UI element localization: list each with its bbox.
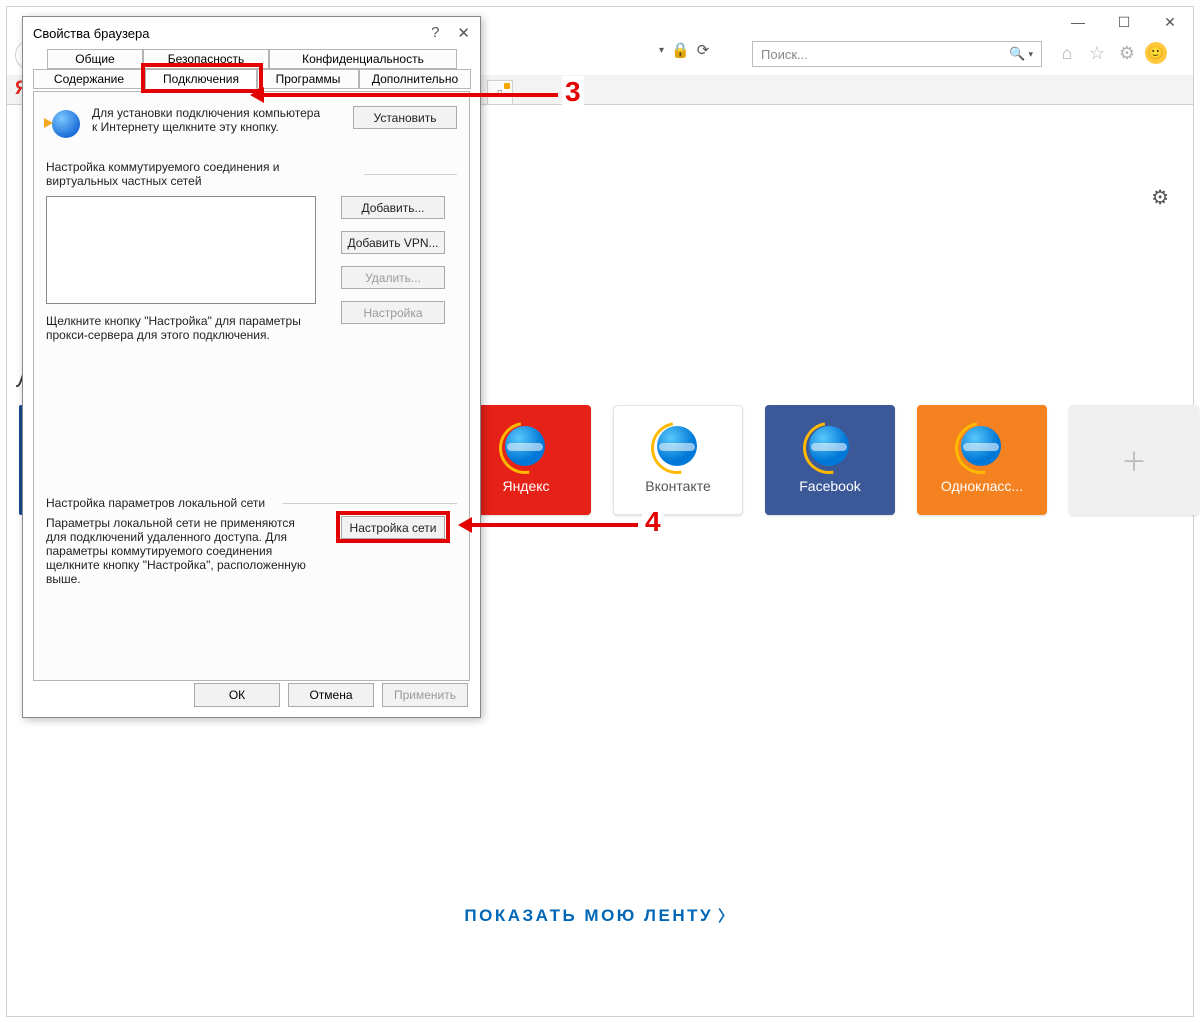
tab-content[interactable]: Содержание bbox=[33, 69, 145, 89]
add-button[interactable]: Добавить... bbox=[341, 196, 445, 219]
favorites-icon[interactable]: ☆ bbox=[1085, 41, 1109, 65]
install-text: Для установки подключения компьютера к И… bbox=[92, 106, 322, 134]
lan-section-header: Настройка параметров локальной сети bbox=[46, 496, 265, 510]
divider bbox=[364, 174, 457, 175]
ok-button[interactable]: ОК bbox=[194, 683, 280, 707]
tile-facebook[interactable]: Facebook bbox=[765, 405, 895, 515]
dialog-title: Свойства браузера bbox=[33, 26, 149, 41]
tile-vkontakte[interactable]: Вконтакте bbox=[613, 405, 743, 515]
tab-security[interactable]: Безопасность bbox=[143, 49, 269, 69]
dropdown-caret-icon[interactable]: ▾ bbox=[659, 45, 664, 56]
tab-general[interactable]: Общие bbox=[47, 49, 143, 69]
tab-privacy[interactable]: Конфиденциальность bbox=[269, 49, 457, 69]
lan-settings-button[interactable]: Настройка сети bbox=[341, 516, 445, 539]
divider bbox=[283, 503, 457, 504]
ie-icon bbox=[961, 426, 1003, 468]
dialog-titlebar: Свойства браузера ? ✕ bbox=[23, 17, 480, 49]
annotation-arrow-4 bbox=[470, 523, 638, 527]
lan-text: Параметры локальной сети не применяются … bbox=[46, 516, 316, 586]
toolbar-icon-group: ⌂ ☆ ⚙ 🙂 bbox=[1055, 41, 1167, 65]
tile-label: Яндекс bbox=[502, 478, 549, 494]
dialog-footer: ОК Отмена Применить bbox=[194, 683, 468, 707]
annotation-number-4: 4 bbox=[642, 506, 664, 538]
search-input[interactable]: Поиск... 🔍 ▾ bbox=[752, 41, 1042, 67]
tile-odnoklassniki[interactable]: Однокласс... bbox=[917, 405, 1047, 515]
tile-label: Однокласс... bbox=[941, 478, 1023, 494]
search-placeholder: Поиск... bbox=[761, 47, 808, 62]
plus-icon: ＋ bbox=[1121, 442, 1147, 479]
ie-icon bbox=[809, 426, 851, 468]
apply-button: Применить bbox=[382, 683, 468, 707]
proxy-hint: Щелкните кнопку "Настройка" для параметр… bbox=[46, 314, 321, 342]
annotation-number-3: 3 bbox=[562, 76, 584, 108]
ie-icon bbox=[505, 426, 547, 468]
delete-button: Удалить... bbox=[341, 266, 445, 289]
refresh-icon[interactable]: ⟳ bbox=[697, 41, 710, 59]
search-icon[interactable]: 🔍 ▾ bbox=[1009, 46, 1033, 62]
minimize-button[interactable]: — bbox=[1055, 7, 1101, 37]
tab-advanced[interactable]: Дополнительно bbox=[359, 69, 471, 89]
cancel-button[interactable]: Отмена bbox=[288, 683, 374, 707]
tile-add[interactable]: ＋ bbox=[1069, 405, 1199, 515]
dialog-close-icon[interactable]: ✕ bbox=[457, 24, 470, 42]
tile-label: Facebook bbox=[799, 478, 860, 494]
speed-dial-tiles: Яндекс Вконтакте Facebook Однокласс... ＋ bbox=[461, 405, 1199, 515]
connections-listbox[interactable] bbox=[46, 196, 316, 304]
connection-settings-button: Настройка bbox=[341, 301, 445, 324]
new-tab-button[interactable]: ▫ bbox=[487, 80, 513, 104]
gear-icon[interactable]: ⚙ bbox=[1115, 41, 1139, 65]
dialup-section-header: Настройка коммутируемого соединения и ви… bbox=[46, 160, 346, 188]
maximize-button[interactable]: ☐ bbox=[1101, 7, 1147, 37]
tile-label: Вконтакте bbox=[645, 478, 711, 494]
lock-icon: 🔒 bbox=[671, 41, 690, 59]
install-button[interactable]: Установить bbox=[353, 106, 457, 129]
show-feed-link[interactable]: ПОКАЗАТЬ МОЮ ЛЕНТУ 〉 bbox=[7, 905, 1193, 926]
annotation-arrow-3 bbox=[262, 93, 558, 97]
add-vpn-button[interactable]: Добавить VPN... bbox=[341, 231, 445, 254]
connection-icon bbox=[46, 106, 82, 142]
close-button[interactable]: ✕ bbox=[1147, 7, 1193, 37]
tab-connections[interactable]: Подключения bbox=[145, 69, 257, 89]
window-controls: — ☐ ✕ bbox=[1055, 7, 1193, 37]
feedback-smiley-icon[interactable]: 🙂 bbox=[1145, 42, 1167, 64]
dialog-tabs: Общие Безопасность Конфиденциальность Со… bbox=[33, 49, 470, 91]
home-icon[interactable]: ⌂ bbox=[1055, 41, 1079, 65]
help-icon[interactable]: ? bbox=[431, 24, 439, 42]
chevron-right-icon: 〉 bbox=[718, 908, 736, 925]
tab-programs[interactable]: Программы bbox=[257, 69, 359, 89]
ie-icon bbox=[657, 426, 699, 468]
internet-options-dialog: Свойства браузера ? ✕ Общие Безопасность… bbox=[22, 16, 481, 718]
page-gear-icon[interactable]: ⚙ bbox=[1151, 185, 1169, 210]
dialog-content: Для установки подключения компьютера к И… bbox=[33, 91, 470, 681]
url-indicators: ▾ 🔒 ⟳ bbox=[659, 41, 709, 59]
show-feed-label: ПОКАЗАТЬ МОЮ ЛЕНТУ bbox=[464, 906, 713, 925]
